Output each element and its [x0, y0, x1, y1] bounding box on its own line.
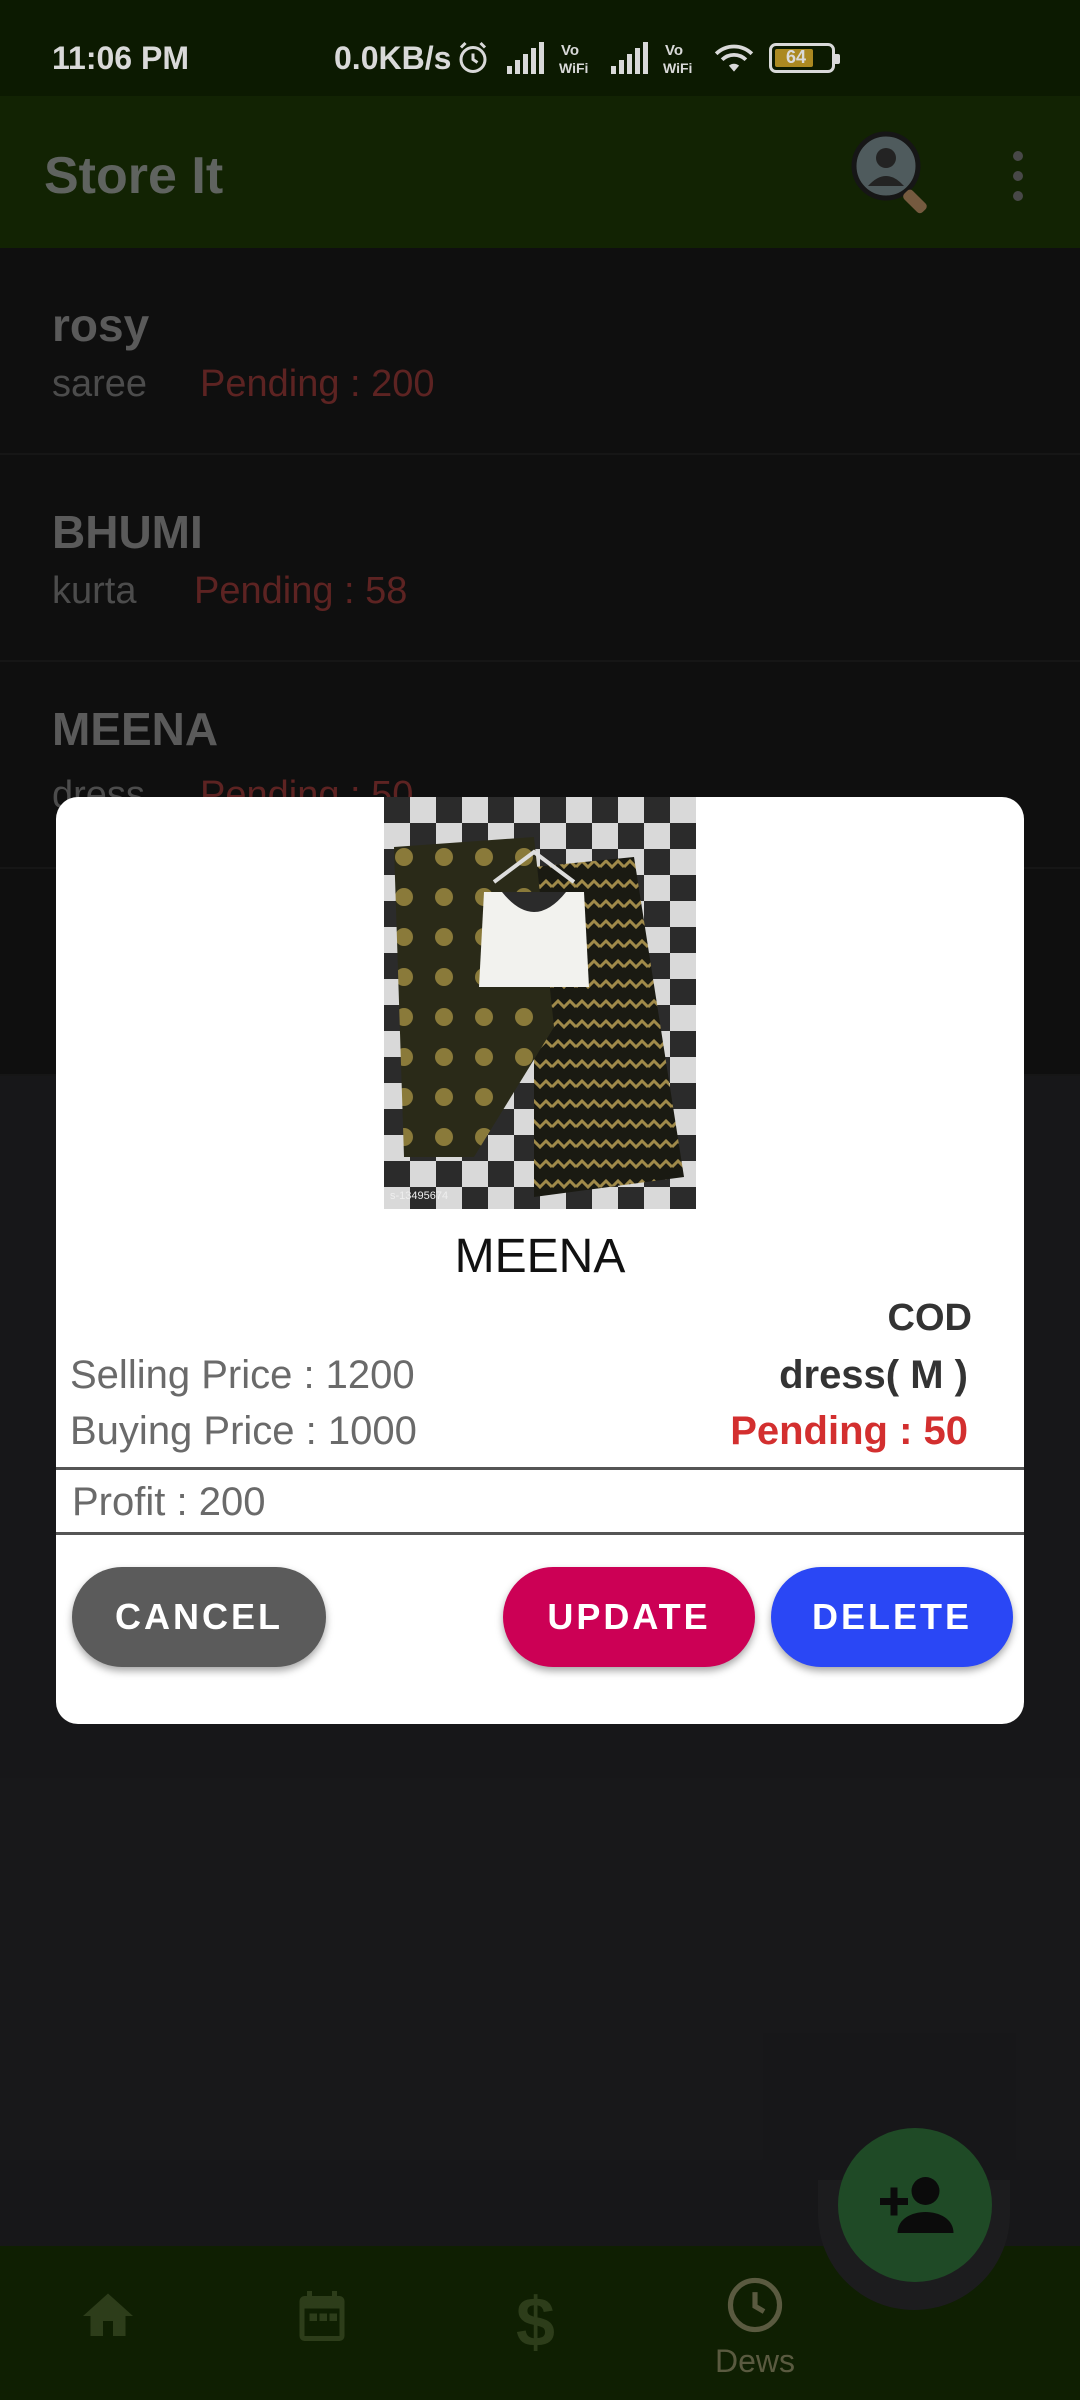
- add-person-icon: [880, 2177, 954, 2233]
- nav-dollar[interactable]: $: [476, 2283, 596, 2361]
- nav-dews[interactable]: Dews: [695, 2274, 815, 2380]
- dollar-icon: $: [516, 2283, 555, 2361]
- payment-method: COD: [887, 1297, 972, 1339]
- profit: Profit : 200: [72, 1480, 266, 1524]
- item-size: dress( M ): [779, 1353, 968, 1397]
- add-customer-button[interactable]: [838, 2128, 992, 2282]
- update-button[interactable]: UPDATE: [503, 1567, 755, 1667]
- selling-price: Selling Price : 1200: [70, 1353, 415, 1397]
- calendar-icon: [299, 2291, 345, 2341]
- nav-home[interactable]: [48, 2286, 168, 2351]
- nav-label-dews: Dews: [714, 2343, 795, 2379]
- product-image: s-13495674: [384, 797, 696, 1209]
- home-icon: [83, 2293, 133, 2336]
- dialog-customer-name: MEENA: [454, 1230, 626, 1283]
- image-caption: s-13495674: [390, 1190, 448, 1202]
- clock-icon: [727, 2277, 783, 2333]
- buying-price: Buying Price : 1000: [70, 1409, 417, 1453]
- nav-calendar[interactable]: [262, 2286, 382, 2351]
- profit-box: Profit : 200: [56, 1467, 1024, 1535]
- delete-button[interactable]: DELETE: [771, 1567, 1013, 1667]
- order-detail-dialog: s-13495674 MEENA COD Selling Price : 120…: [56, 797, 1024, 1724]
- svg-text:$: $: [516, 2286, 555, 2356]
- cancel-button[interactable]: CANCEL: [72, 1567, 326, 1667]
- pending-amount: Pending : 50: [730, 1409, 968, 1453]
